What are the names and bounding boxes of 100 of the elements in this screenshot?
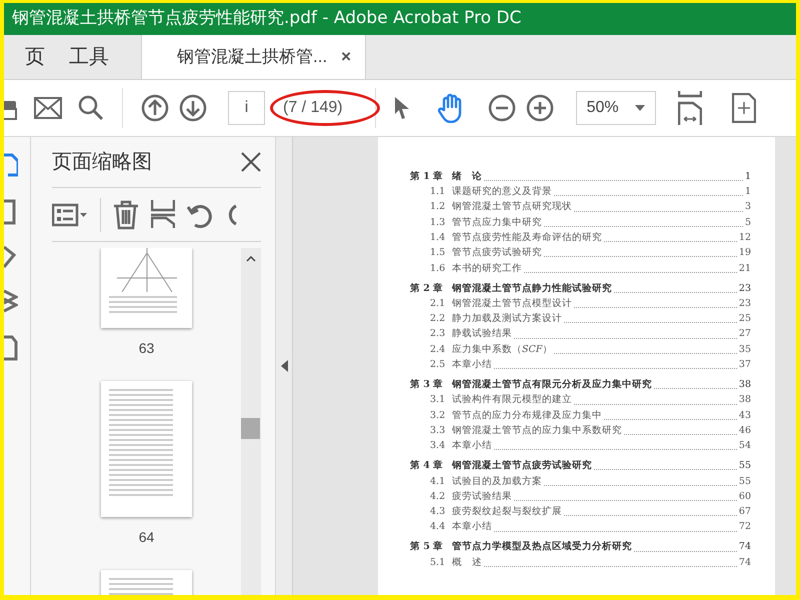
section-number: 2.1: [430, 296, 446, 311]
tab[interactable]: 工具: [57, 35, 141, 79]
section-number: 1.4: [430, 230, 446, 245]
section-number: 1.5: [430, 246, 446, 260]
window-title: 钢管混凝土拱桥管节点疲劳性能研究.pdf - Adobe Acrobat Pro DC: [12, 7, 522, 30]
page-number: 21: [738, 262, 751, 276]
section-title: 管节点的应力分布规律及应力集中: [452, 408, 602, 423]
page-number: 23: [738, 282, 751, 296]
page-number: 1: [744, 185, 751, 200]
scroll-up-icon[interactable]: [246, 256, 256, 262]
fit-page-icon[interactable]: [678, 91, 702, 125]
page-number: 46: [738, 424, 751, 438]
page-number: 60: [738, 490, 751, 504]
section-number: 2.4: [430, 342, 446, 357]
section-title: 试验构件有限元模型的建立: [452, 393, 572, 408]
page-number: 74: [738, 556, 751, 570]
chapter-title: 钢管混凝土管节点有限元分析及应力集中研究: [452, 378, 652, 392]
page-number-field[interactable]: i: [228, 91, 265, 125]
section-title: 管节点疲劳试验研究: [452, 246, 542, 260]
section-number: 1.2: [430, 200, 446, 214]
section-number: 5.1: [430, 556, 446, 570]
section-number: 2.2: [430, 312, 446, 326]
close-icon[interactable]: [241, 152, 261, 172]
page-number: 5: [744, 216, 751, 230]
pointer-icon[interactable]: [394, 96, 410, 120]
options-menu-icon[interactable]: [52, 202, 88, 226]
section-number: 4.2: [430, 490, 446, 504]
chapter-number: 第 5 章: [410, 540, 444, 554]
section-title: 钢管混凝土管节点的应力集中系数研究: [452, 424, 622, 438]
section-title: 本章小结: [452, 439, 492, 454]
tab[interactable]: 页: [4, 35, 57, 79]
zoom-dropdown[interactable]: 50%: [576, 91, 656, 125]
section-number: 2.3: [430, 327, 446, 342]
zoom-out-icon[interactable]: [488, 94, 516, 122]
section-title: 管节点应力集中研究: [452, 216, 542, 230]
section-number: 4.1: [430, 474, 446, 488]
section-title: 本章小结: [452, 358, 492, 372]
page-number: 27: [738, 327, 751, 342]
section-number: 1.3: [430, 216, 446, 230]
section-number: 3.4: [430, 439, 446, 454]
page-number: 12: [738, 230, 751, 245]
page-number: 74: [738, 540, 751, 554]
section-title: 试验目的及加载方案: [452, 474, 542, 488]
page-thumbnail[interactable]: [101, 381, 192, 517]
chapter-title: 管节点力学模型及热点区域受力分析研究: [452, 540, 632, 554]
section-title: 钢管混凝土管节点研究现状: [452, 200, 572, 214]
page-number: 67: [738, 505, 751, 520]
page-thumbnail[interactable]: [101, 248, 192, 328]
chapter-number: 第 4 章: [410, 459, 444, 474]
section-title: 本书的研究工作: [452, 262, 522, 276]
scrollbar[interactable]: [241, 248, 261, 595]
section-number: 3.3: [430, 424, 446, 438]
panel-title: 页面缩略图: [52, 150, 152, 175]
page-number: 3: [744, 200, 751, 214]
search-icon[interactable]: [78, 95, 104, 121]
section-title: 疲劳试验结果: [452, 490, 512, 504]
section-title: 钢管混凝土管节点模型设计: [452, 296, 572, 311]
page-number: 43: [738, 408, 751, 423]
section-number: 2.5: [430, 358, 446, 372]
document-icon[interactable]: [4, 335, 18, 361]
mail-icon[interactable]: [34, 97, 62, 119]
page-number: 64: [138, 528, 154, 547]
section-title: 疲劳裂纹起裂与裂纹扩展: [452, 505, 562, 520]
page-count: (7 / 149): [283, 98, 343, 118]
chapter-title: 钢管混凝土管节点静力性能试验研究: [452, 282, 612, 296]
full-screen-icon[interactable]: [732, 93, 756, 123]
chapter-number: 第 3 章: [410, 378, 444, 392]
section-title: 本章小结: [452, 520, 492, 534]
section-title: 应力集中系数（SCF）: [452, 342, 552, 357]
chapter-title: 钢管混凝土管节点疲劳试验研究: [452, 459, 592, 474]
zoom-in-icon[interactable]: [526, 94, 554, 122]
split-page-icon[interactable]: [151, 200, 175, 230]
page-number: 23: [738, 296, 751, 311]
section-title: 概 述: [452, 556, 482, 570]
section-number: 4.4: [430, 520, 446, 534]
tab[interactable]: 钢管混凝土拱桥管... ×: [141, 35, 366, 79]
section-number: 3.1: [430, 393, 446, 408]
trash-icon[interactable]: [113, 200, 139, 230]
caret-icon[interactable]: [634, 105, 645, 111]
page-number: 1: [744, 170, 751, 184]
page-thumbnail-icon[interactable]: [4, 153, 18, 179]
page-number: 38: [738, 393, 751, 408]
page-number: 35: [738, 342, 751, 357]
section-title: 管节点疲劳性能及寿命评估的研究: [452, 230, 602, 245]
page-number: 72: [738, 520, 751, 534]
section-title: 静力加载及测试方案设计: [452, 312, 562, 326]
page-number: 19: [738, 246, 751, 260]
collapse-arrow-icon[interactable]: [280, 360, 288, 372]
chapter-number: 第 2 章: [410, 282, 444, 296]
chapter-title: 绪 论: [452, 170, 482, 184]
page-number: 37: [738, 358, 751, 372]
page-number: 55: [738, 459, 751, 474]
scroll-thumb[interactable]: [241, 418, 260, 439]
page-number: 38: [738, 378, 751, 392]
page-number: 54: [738, 439, 751, 454]
section-title: 课题研究的意义及背景: [452, 185, 552, 200]
page-number: 25: [738, 312, 751, 326]
close-tab-button[interactable]: ×: [341, 44, 352, 70]
page-number: 55: [738, 474, 751, 488]
section-title: 静载试验结果: [452, 327, 512, 342]
